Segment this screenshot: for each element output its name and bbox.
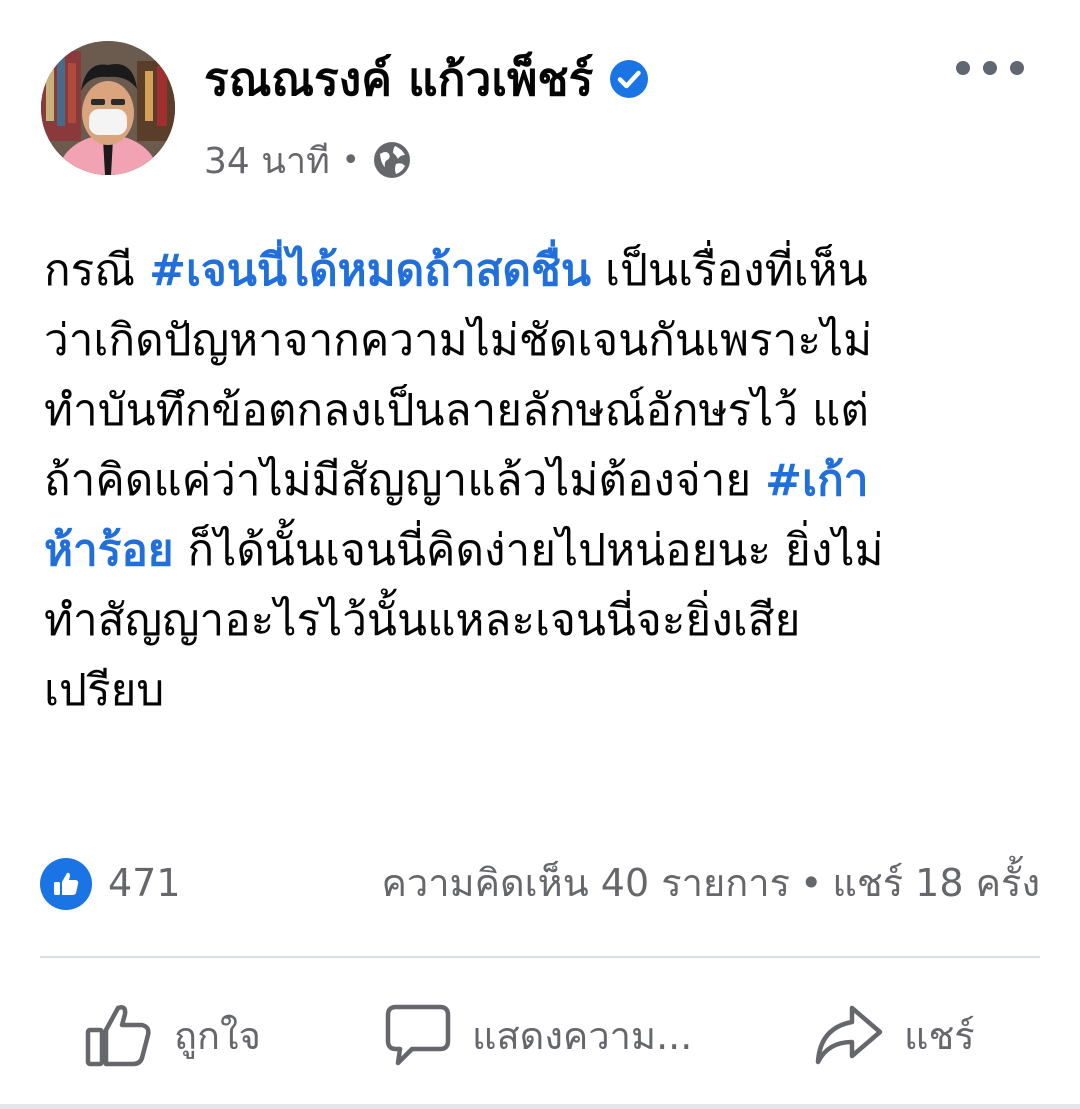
facebook-post: รณณรงค์ แก้วเพ็ชร์ 34 นาที • กรณี #เจนนี… [0,0,1080,1109]
post-text-line: ห้าร้อย ก็ได้นั้นเจนนี่คิดง่ายไปหน่อยนะ … [44,516,1044,586]
hashtag-link[interactable]: #เก้า [765,455,868,506]
meta-separator: • [341,142,360,178]
post-text-segment: ทำบันทึกข้อตกลงเป็นลายลักษณ์อักษรไว้ แต่ [44,385,869,436]
like-button[interactable]: ถูกใจ [84,990,261,1080]
post-text-segment: กรณี [44,245,150,296]
hashtag-link[interactable]: ห้าร้อย [44,525,174,576]
bottom-separator [0,1104,1080,1109]
post-text-line: เปรียบ [44,656,1044,726]
counts-separator: • [799,861,823,905]
post-text-segment: ว่าเกิดปัญหาจากความไม่ชัดเจนกันเพราะไม่ [44,315,873,366]
like-label: ถูกใจ [174,1013,261,1058]
hashtag-link[interactable]: #เจนนี่ได้หมดถ้าสดชื่น [149,245,591,296]
post-text: กรณี #เจนนี่ได้หมดถ้าสดชื่น เป็นเรื่องที… [44,236,1044,726]
more-options-icon [1010,61,1024,75]
thumbs-up-glyph [54,872,79,895]
verified-badge-icon [610,60,649,98]
post-text-line: ทำสัญญาอะไรไว้นั้นแหละเจนนี่จะยิ่งเสีย [44,586,1044,656]
more-options-icon [983,61,997,75]
divider [40,956,1040,958]
like-count[interactable]: 471 [108,852,181,914]
globe-icon [373,142,410,178]
more-options-icon [956,61,970,75]
comment-button[interactable]: แสดงความ... [384,990,692,1080]
comment-count[interactable]: ความคิดเห็น 40 รายการ [381,852,790,914]
post-text-line: กรณี #เจนนี่ได้หมดถ้าสดชื่น เป็นเรื่องที… [44,236,1044,306]
like-icon [85,1005,151,1067]
avatar-image [41,41,175,175]
author-name[interactable]: รณณรงค์ แก้วเพ็ชร์ [204,43,593,116]
share-count[interactable]: แชร์ 18 ครั้ง [832,852,1040,914]
comment-label: แสดงความ... [472,1013,693,1058]
post-text-segment: ทำสัญญาอะไรไว้นั้นแหละเจนนี่จะยิ่งเสีย [44,595,801,646]
share-label: แชร์ [904,1013,975,1058]
post-meta: 34 นาที • [204,132,412,188]
post-text-line: ว่าเกิดปัญหาจากความไม่ชัดเจนกันเพราะไม่ [44,306,1044,376]
share-button[interactable]: แชร์ [814,990,975,1080]
post-timestamp[interactable]: 34 นาที [204,132,330,189]
engagement-counts: ความคิดเห็น 40 รายการ • แชร์ 18 ครั้ง [381,852,1040,914]
post-text-line: ถ้าคิดแค่ว่าไม่มีสัญญาแล้วไม่ต้องจ่าย #เ… [44,446,1044,516]
share-icon [815,1005,883,1065]
thumbs-up-icon[interactable] [40,858,92,910]
post-text-segment: ถ้าคิดแค่ว่าไม่มีสัญญาแล้วไม่ต้องจ่าย [44,455,766,506]
comment-icon [385,1004,451,1066]
more-options-button[interactable] [956,52,1024,84]
post-text-segment: ก็ได้นั้นเจนนี่คิดง่ายไปหน่อยนะ ยิ่งไม่ [173,525,884,576]
post-text-segment: เปรียบ [44,665,165,716]
reaction-summary: 471 ความคิดเห็น 40 รายการ • แชร์ 18 ครั้… [40,852,1040,912]
post-text-line: ทำบันทึกข้อตกลงเป็นลายลักษณ์อักษรไว้ แต่ [44,376,1044,446]
action-bar: ถูกใจ แสดงความ... แชร์ [0,990,1080,1080]
avatar[interactable] [41,41,175,175]
post-text-segment: เป็นเรื่องที่เห็น [590,245,868,296]
author-row: รณณรงค์ แก้วเพ็ชร์ [204,44,649,114]
